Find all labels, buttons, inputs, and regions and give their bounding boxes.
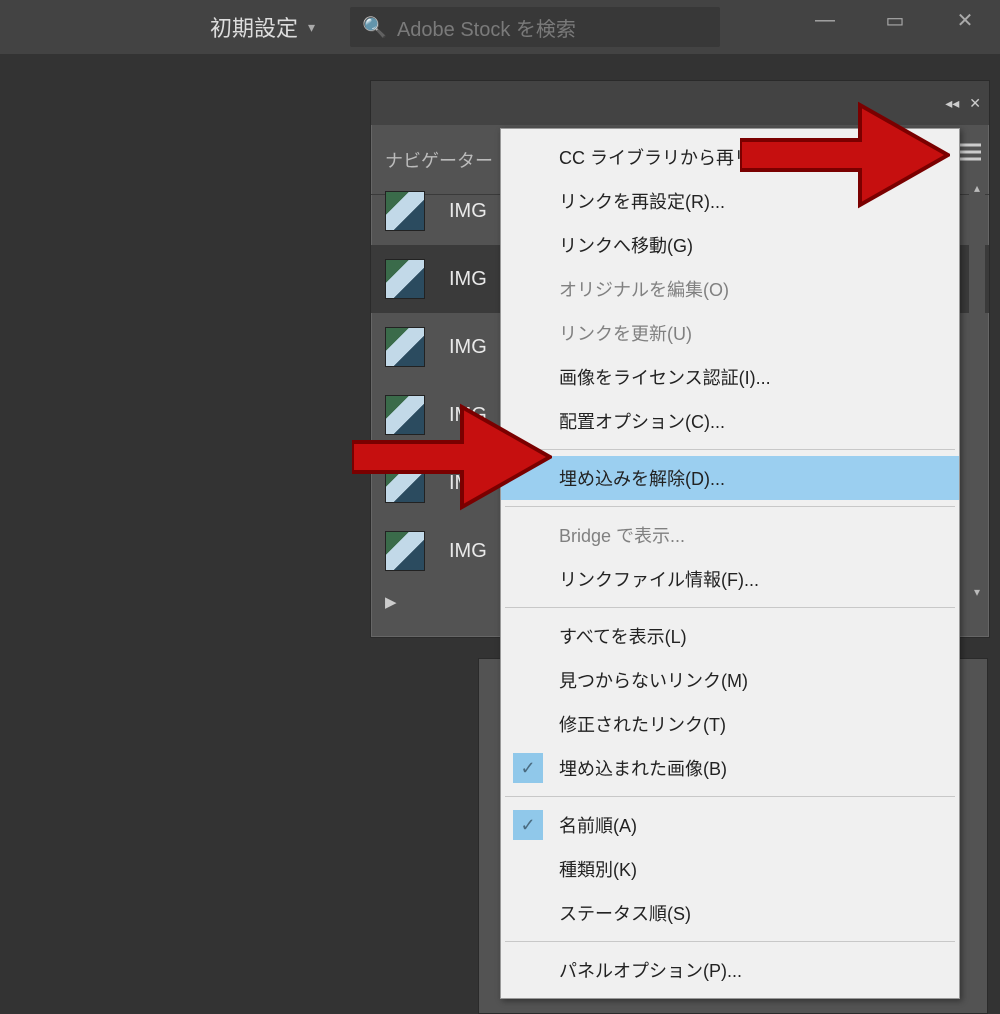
- panel-tab-navigator[interactable]: ナビゲーター: [385, 147, 493, 173]
- scroll-up-icon[interactable]: ▴: [969, 181, 985, 197]
- thumbnail-icon: [385, 327, 425, 367]
- window-controls: — ▭ ✕: [790, 0, 1000, 40]
- menu-sort-status[interactable]: ステータス順(S): [501, 891, 959, 935]
- maximize-button[interactable]: ▭: [860, 0, 930, 40]
- panel-menu-icon[interactable]: [959, 143, 981, 165]
- menu-separator: [505, 506, 955, 507]
- menu-license-image[interactable]: 画像をライセンス認証(I)...: [501, 355, 959, 399]
- link-name: IMG: [449, 336, 487, 359]
- menu-missing-links[interactable]: 見つからないリンク(M): [501, 658, 959, 702]
- menu-placement-options[interactable]: 配置オプション(C)...: [501, 399, 959, 443]
- link-name: IMG: [449, 200, 487, 223]
- menu-goto-link[interactable]: リンクへ移動(G): [501, 223, 959, 267]
- workspace-switcher[interactable]: 初期設定 ▾: [210, 11, 315, 43]
- annotation-arrow-icon: [740, 90, 950, 220]
- menu-unembed[interactable]: 埋め込みを解除(D)...: [501, 456, 959, 500]
- close-button[interactable]: ✕: [930, 0, 1000, 40]
- menu-modified-links[interactable]: 修正されたリンク(T): [501, 702, 959, 746]
- menu-separator: [505, 607, 955, 608]
- check-icon: ✓: [513, 753, 543, 783]
- check-icon: ✓: [513, 810, 543, 840]
- scroll-down-icon[interactable]: ▾: [969, 585, 985, 601]
- menu-sort-kind[interactable]: 種類別(K): [501, 847, 959, 891]
- menu-link-file-info[interactable]: リンクファイル情報(F)...: [501, 557, 959, 601]
- link-name: IMG: [449, 268, 487, 291]
- menu-sort-name[interactable]: ✓ 名前順(A): [501, 803, 959, 847]
- minimize-button[interactable]: —: [790, 0, 860, 40]
- thumbnail-icon: [385, 259, 425, 299]
- menu-separator: [505, 449, 955, 450]
- menu-show-all[interactable]: すべてを表示(L): [501, 614, 959, 658]
- chevron-down-icon: ▾: [308, 19, 315, 36]
- panel-close-icon[interactable]: ✕: [969, 95, 981, 112]
- link-name: IMG: [449, 540, 487, 563]
- thumbnail-icon: [385, 191, 425, 231]
- app-topbar: 初期設定 ▾ 🔍 Adobe Stock を検索 — ▭ ✕: [0, 0, 1000, 54]
- workspace-label: 初期設定: [210, 11, 298, 43]
- menu-separator: [505, 941, 955, 942]
- menu-update-link: リンクを更新(U): [501, 311, 959, 355]
- panel-context-menu: CC ライブラリから再リ リンクを再設定(R)... リンクへ移動(G) オリジ…: [500, 128, 960, 999]
- menu-bridge-show: Bridge で表示...: [501, 513, 959, 557]
- search-input[interactable]: 🔍 Adobe Stock を検索: [350, 7, 720, 47]
- search-icon: 🔍: [362, 15, 387, 40]
- menu-edit-original: オリジナルを編集(O): [501, 267, 959, 311]
- search-placeholder: Adobe Stock を検索: [397, 13, 576, 42]
- scrollbar[interactable]: ▴ ▾: [969, 181, 985, 601]
- annotation-arrow-icon: [352, 392, 552, 522]
- thumbnail-icon: [385, 531, 425, 571]
- menu-separator: [505, 796, 955, 797]
- menu-embedded-images[interactable]: ✓ 埋め込まれた画像(B): [501, 746, 959, 790]
- menu-panel-options[interactable]: パネルオプション(P)...: [501, 948, 959, 992]
